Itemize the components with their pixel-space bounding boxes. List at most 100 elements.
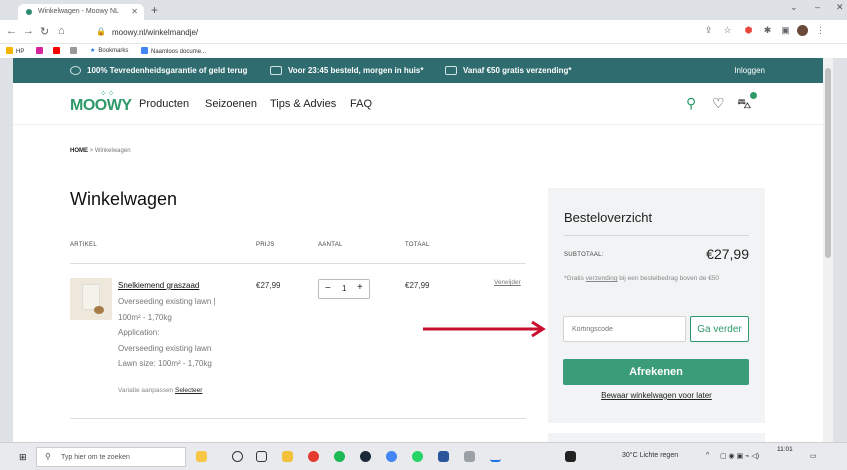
chevron-down-icon[interactable]: ⌄ [790, 2, 798, 13]
lock-icon: 🔒 [96, 27, 106, 36]
nav-faq[interactable]: FAQ [350, 98, 372, 110]
promo-bar: 100% Tevredenheidsgarantie of geld terug… [13, 58, 823, 83]
url-text: moowy.nl/winkelmandje/ [112, 28, 199, 37]
folder-icon [6, 47, 13, 54]
notifications-icon[interactable]: ▭ [810, 452, 817, 460]
pen-app-icon[interactable] [490, 451, 501, 462]
site-favicon-icon [26, 9, 32, 15]
apply-coupon-button[interactable]: Ga verder [690, 316, 749, 342]
system-clock[interactable]: 11:01 [777, 446, 793, 453]
docs-icon [141, 47, 148, 54]
back-icon[interactable]: ← [6, 25, 17, 37]
shipping-note: *Gratis verzending bij een bestelbedrag … [564, 275, 720, 282]
bookmark-youtube[interactable] [53, 47, 63, 55]
col-header-price: PRIJS [256, 242, 275, 248]
item-price: €27,99 [256, 281, 281, 290]
breadcrumb-current: Winkelwagen [94, 148, 131, 154]
file-explorer-icon[interactable] [282, 451, 293, 462]
browser-tab[interactable]: Winkelwagen - Moowy NL ✕ [18, 4, 144, 20]
shipping-link[interactable]: verzending [586, 275, 618, 282]
breadcrumb-home[interactable]: HOME [70, 148, 88, 154]
word-icon[interactable] [438, 451, 449, 462]
app-icon[interactable] [464, 451, 475, 462]
nav-producten[interactable]: Producten [139, 98, 189, 110]
windows-start-icon[interactable]: ⊞ [19, 452, 27, 463]
nav-seizoenen[interactable]: Seizoenen [205, 98, 257, 110]
share-icon[interactable]: ⇪ [703, 25, 714, 36]
cart-icon[interactable]: ⛍ [737, 95, 751, 114]
bookmark-bookmarks[interactable]: ★ Bookmarks [90, 47, 128, 54]
save-cart-link[interactable]: Bewaar winkelwagen voor later [548, 391, 765, 400]
clock-box-icon [270, 66, 282, 75]
promo-shipping: Vanaf €50 gratis verzending* [445, 66, 572, 75]
whatsapp-icon[interactable] [412, 451, 423, 462]
instagram-icon [36, 47, 43, 54]
login-link[interactable]: Inloggen [734, 66, 765, 75]
chrome-icon[interactable] [308, 451, 319, 462]
bookmark-star-icon[interactable]: ☆ [722, 25, 733, 36]
steam-icon[interactable] [360, 451, 371, 462]
site-header: ⁘⁘ MOOWY Producten Seizoenen Tips & Advie… [13, 83, 823, 125]
bookmark-hp[interactable]: HP [6, 47, 24, 55]
taskbar-search-box[interactable]: ⚲ Typ hier om te zoeken [36, 447, 186, 467]
os-taskbar: ⊞ ⚲ Typ hier om te zoeken 30°C Lichte re… [0, 442, 847, 470]
bookmark-doc[interactable]: Naamloos docume... [141, 47, 206, 55]
tab-close-icon[interactable]: ✕ [131, 7, 138, 16]
window-gutter [833, 58, 847, 442]
spotify-icon[interactable] [334, 451, 345, 462]
coupon-code-input[interactable] [563, 316, 686, 342]
checkout-button[interactable]: Afrekenen [563, 359, 749, 385]
bookmark-apps[interactable] [70, 47, 80, 55]
quantity-value[interactable]: 1 [342, 284, 346, 293]
nav-tips-advies[interactable]: Tips & Advies [270, 98, 336, 110]
reload-icon[interactable]: ↻ [40, 25, 49, 38]
new-tab-icon[interactable]: + [151, 3, 158, 17]
site-logo[interactable]: ⁘⁘ MOOWY [70, 89, 132, 115]
page-scrollbar[interactable] [823, 58, 833, 442]
product-image[interactable] [70, 278, 112, 320]
heart-icon[interactable]: ♡ [712, 95, 725, 112]
decrease-quantity-button[interactable]: − [325, 283, 331, 294]
youtube-icon [53, 47, 60, 54]
scrollbar-thumb[interactable] [825, 68, 831, 258]
subtotal-value: €27,99 [706, 246, 749, 262]
home-icon[interactable]: ⌂ [58, 25, 65, 37]
cart-badge [750, 92, 757, 99]
remove-item-link[interactable]: Verwijder [494, 279, 521, 286]
search-icon[interactable]: ⚲ [686, 95, 696, 112]
web-page: 100% Tevredenheidsgarantie of geld terug… [13, 58, 823, 442]
increase-quantity-button[interactable]: + [357, 282, 363, 293]
tray-chevron-icon[interactable]: ^ [706, 452, 709, 459]
search-icon: ⚲ [45, 452, 51, 461]
tray-app-icon[interactable] [565, 451, 576, 462]
extension-shield-icon[interactable]: ⬢ [743, 25, 754, 36]
item-total: €27,99 [405, 281, 430, 290]
cortana-icon[interactable] [232, 451, 243, 462]
menu-kebab-icon[interactable]: ⋮ [815, 25, 826, 36]
widgets-icon[interactable] [196, 451, 207, 462]
variant-select-link[interactable]: Selecteer [175, 387, 202, 394]
tray-icons[interactable]: ▢ ◉ ▣ ⌁ ◁) [720, 452, 759, 460]
side-panel-icon[interactable]: ▣ [780, 25, 791, 36]
product-name-link[interactable]: Snelkiemend graszaad [118, 281, 199, 290]
browser-toolbar: ← → ↻ ⌂ 🔒 moowy.nl/winkelmandje/ ⇪ ☆ ⬢ ✱… [0, 20, 847, 44]
close-window-icon[interactable]: ✕ [836, 2, 844, 13]
chrome-alt-icon[interactable] [386, 451, 397, 462]
address-bar[interactable]: 🔒 moowy.nl/winkelmandje/ [88, 24, 708, 40]
bookmark-instagram[interactable] [36, 47, 46, 55]
browser-tab-strip: Winkelwagen - Moowy NL ✕ + ⌄ – ✕ [0, 0, 847, 20]
col-header-quantity: AANTAL [318, 242, 343, 248]
weather-widget[interactable]: 30°C Lichte regen [622, 452, 678, 459]
quantity-stepper: − 1 + [318, 279, 370, 299]
profile-avatar[interactable] [797, 25, 808, 36]
col-header-article: ARTIKEL [70, 242, 97, 248]
secondary-summary-panel [548, 433, 765, 442]
truck-icon [445, 66, 457, 75]
forward-icon[interactable]: → [23, 25, 34, 37]
bookmarks-bar: HP ★ Bookmarks Naamloos docume... [0, 44, 847, 58]
task-view-icon[interactable] [256, 451, 267, 462]
star-icon: ★ [90, 48, 96, 54]
extension-puzzle-icon[interactable]: ✱ [762, 25, 773, 36]
summary-divider [564, 235, 749, 236]
minimize-icon[interactable]: – [815, 2, 820, 12]
